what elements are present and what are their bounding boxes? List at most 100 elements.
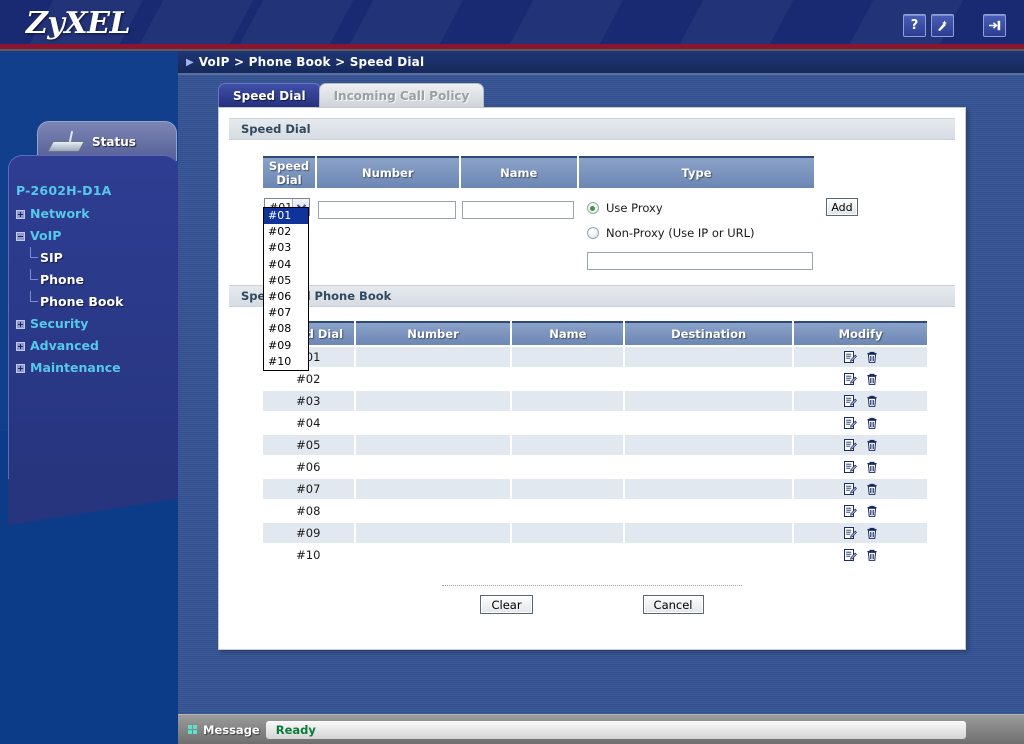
table-row: #02	[263, 369, 927, 389]
dropdown-option[interactable]: #10	[264, 354, 308, 370]
expand-plus-icon[interactable]	[16, 363, 25, 373]
delete-icon[interactable]	[866, 527, 878, 540]
form-col-type: Type	[578, 156, 814, 188]
cell-name	[512, 545, 623, 565]
speed-dial-dropdown-list[interactable]: #01 #02 #03 #04 #05 #06 #07 #08 #09 #10	[263, 207, 309, 371]
sidebar-item-maintenance[interactable]: Maintenance	[10, 357, 178, 379]
sidebar-item-label: Network	[30, 206, 90, 221]
cell-destination	[625, 523, 793, 543]
edit-icon[interactable]	[843, 460, 857, 474]
tab-bar: Speed Dial Incoming Call Policy	[218, 83, 485, 107]
edit-icon[interactable]	[843, 504, 857, 518]
delete-icon[interactable]	[866, 549, 878, 562]
tab-incoming-call-policy[interactable]: Incoming Call Policy	[318, 83, 485, 107]
non-proxy-input-wrap	[586, 249, 813, 270]
tab-label: Speed Dial	[233, 88, 306, 103]
delete-icon[interactable]	[866, 461, 878, 474]
edit-icon[interactable]	[843, 416, 857, 430]
cell-modify	[794, 435, 927, 455]
delete-icon[interactable]	[866, 351, 878, 364]
speed-dial-select-cell: #01 #01 #02 #03 #04 #	[263, 188, 315, 371]
section-title: Speed Dial	[241, 122, 311, 136]
sidebar-item-sip[interactable]: SIP	[10, 247, 178, 269]
delete-icon[interactable]	[866, 417, 878, 430]
cancel-button[interactable]: Cancel	[642, 595, 704, 614]
dropdown-option[interactable]: #02	[264, 224, 308, 240]
dropdown-option[interactable]: #09	[264, 338, 308, 354]
cell-speed-dial: #02	[296, 372, 321, 386]
edit-icon[interactable]	[843, 482, 857, 496]
dropdown-option[interactable]: #03	[264, 240, 308, 256]
edit-icon[interactable]	[843, 350, 857, 364]
expand-plus-icon[interactable]	[16, 341, 25, 351]
cell-name	[512, 369, 623, 389]
sidebar-item-advanced[interactable]: Advanced	[10, 335, 178, 357]
table-row: #04	[263, 413, 927, 433]
divider	[442, 585, 742, 586]
cell-number	[355, 435, 511, 455]
sidebar-item-phone[interactable]: Phone	[10, 269, 178, 291]
add-button[interactable]: Add	[826, 198, 858, 216]
collapse-minus-icon[interactable]	[16, 231, 25, 241]
sidebar-item-label: Advanced	[30, 338, 99, 353]
delete-icon[interactable]	[866, 373, 878, 386]
modify-icon-group	[795, 372, 926, 386]
cell-destination	[625, 501, 792, 521]
cell-destination	[625, 435, 793, 455]
cell-number	[356, 369, 511, 389]
dropdown-option[interactable]: #07	[264, 305, 308, 321]
dropdown-option[interactable]: #08	[264, 321, 308, 337]
sidebar-item-security[interactable]: Security	[10, 313, 178, 335]
non-proxy-input[interactable]	[586, 252, 813, 270]
radio-non-proxy[interactable]	[586, 227, 599, 239]
sidebar-item-phone-book[interactable]: Phone Book	[10, 291, 178, 313]
edit-icon[interactable]	[843, 438, 857, 452]
sidebar-item-network[interactable]: Network	[10, 203, 178, 225]
expand-plus-icon[interactable]	[16, 209, 25, 219]
message-dots-icon	[188, 725, 197, 734]
clear-button[interactable]: Clear	[480, 595, 533, 614]
col-name: Name	[512, 321, 624, 345]
table-row: #10	[263, 545, 927, 565]
radio-use-proxy-row[interactable]: Use Proxy	[586, 198, 813, 218]
radio-non-proxy-row[interactable]: Non-Proxy (Use IP or URL)	[586, 223, 813, 243]
wizard-icon[interactable]	[931, 14, 954, 37]
cell-number	[355, 479, 511, 499]
edit-icon[interactable]	[843, 394, 857, 408]
tab-speed-dial[interactable]: Speed Dial	[218, 83, 321, 107]
name-input[interactable]	[461, 201, 574, 219]
table-row: #06	[263, 457, 927, 477]
name-input-cell	[461, 188, 577, 271]
help-icon[interactable]: ?	[903, 14, 926, 37]
status-bar: Message Ready	[178, 714, 1024, 744]
dropdown-option[interactable]: #05	[264, 273, 308, 289]
delete-icon[interactable]	[866, 483, 878, 496]
cell-name	[512, 435, 624, 455]
breadcrumb: ▶ VoIP > Phone Book > Speed Dial	[178, 51, 1024, 75]
cell-speed-dial: #04	[296, 416, 321, 430]
dropdown-option[interactable]: #04	[264, 257, 308, 273]
radio-use-proxy[interactable]	[586, 202, 599, 214]
edit-icon[interactable]	[843, 372, 857, 386]
number-input[interactable]	[318, 201, 456, 219]
delete-icon[interactable]	[866, 395, 878, 408]
cell-destination	[625, 457, 792, 477]
edit-icon[interactable]	[843, 526, 857, 540]
sidebar-item-label: SIP	[40, 250, 63, 265]
delete-icon[interactable]	[866, 439, 878, 452]
delete-icon[interactable]	[866, 505, 878, 518]
cell-number	[356, 545, 511, 565]
content-area: ▶ VoIP > Phone Book > Speed Dial Speed D…	[178, 51, 1024, 744]
dropdown-option[interactable]: #06	[264, 289, 308, 305]
cell-name	[512, 501, 623, 521]
breadcrumb-arrow-icon: ▶	[186, 56, 194, 68]
logout-icon[interactable]	[983, 14, 1006, 37]
number-input-cell	[317, 188, 459, 271]
edit-icon[interactable]	[843, 548, 857, 562]
cell-modify	[794, 545, 927, 565]
dropdown-option[interactable]: #01	[264, 208, 308, 225]
sidebar-item-voip[interactable]: VoIP	[10, 225, 178, 247]
cell-modify	[794, 501, 927, 521]
table-row: #03	[263, 391, 927, 411]
expand-plus-icon[interactable]	[16, 319, 25, 329]
